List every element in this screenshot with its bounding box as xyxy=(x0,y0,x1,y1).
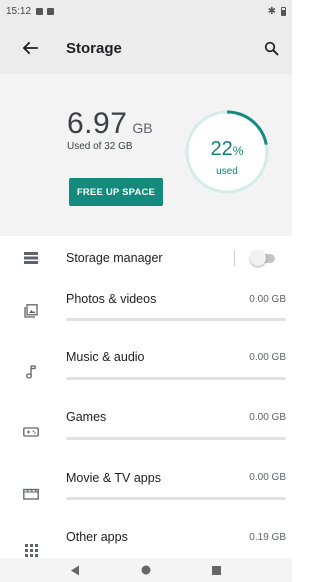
lock-notification-icon xyxy=(47,7,55,15)
search-icon xyxy=(264,41,278,55)
category-label: Other apps xyxy=(66,530,128,544)
category-size: 0.00 GB xyxy=(249,294,286,305)
category-usage-bar xyxy=(66,318,286,321)
storage-manager-label: Storage manager xyxy=(66,251,163,265)
bluetooth-icon: ✱ xyxy=(267,5,276,17)
used-of-total: Used of 32 GB xyxy=(67,141,133,152)
category-row-movies[interactable]: Movie & TV apps 0.00 GB xyxy=(0,460,292,520)
free-up-space-button[interactable]: FREE UP SPACE xyxy=(69,178,163,206)
app-bar: Storage xyxy=(0,22,292,74)
nav-recents-icon xyxy=(212,565,222,575)
category-row-music[interactable]: Music & audio 0.00 GB xyxy=(0,340,292,400)
category-label: Movie & TV apps xyxy=(66,471,161,485)
category-label: Music & audio xyxy=(66,350,145,364)
nav-home-button[interactable] xyxy=(134,558,158,582)
nav-back-button[interactable] xyxy=(63,558,87,582)
page-title: Storage xyxy=(66,39,122,57)
category-size: 0.19 GB xyxy=(249,532,286,543)
search-button[interactable] xyxy=(256,28,286,68)
category-size: 0.00 GB xyxy=(249,412,286,423)
category-label: Photos & videos xyxy=(66,292,157,306)
storage-manager-toggle[interactable] xyxy=(250,249,276,267)
percent-number: 22 xyxy=(210,138,233,160)
percent-used: 22% xyxy=(183,138,271,161)
percent-caption: used xyxy=(216,166,238,177)
status-right: ✱ xyxy=(268,6,286,17)
category-usage-bar xyxy=(66,497,286,500)
photos-icon xyxy=(21,301,41,321)
nav-back-icon xyxy=(71,565,80,575)
nav-recents-button[interactable] xyxy=(205,558,229,582)
notification-icon xyxy=(36,7,44,15)
toggle-divider xyxy=(234,250,235,266)
storage-manager-row[interactable]: Storage manager xyxy=(0,236,292,282)
back-button[interactable] xyxy=(10,28,50,68)
category-usage-bar xyxy=(66,377,286,380)
category-row-other-apps[interactable]: Other apps 0.19 GB xyxy=(0,520,292,558)
movie-icon xyxy=(21,483,41,503)
music-note-icon xyxy=(21,362,41,382)
battery-icon xyxy=(281,6,286,16)
gamepad-icon xyxy=(21,422,41,442)
category-row-games[interactable]: Games 0.00 GB xyxy=(0,400,292,460)
category-size: 0.00 GB xyxy=(249,352,286,363)
system-nav-bar xyxy=(0,558,292,582)
nav-home-icon xyxy=(141,565,151,575)
apps-grid-icon xyxy=(21,540,41,560)
notification-icons xyxy=(36,7,55,15)
status-time: 15:12 xyxy=(6,5,32,17)
usage-ring: 22% used xyxy=(183,108,271,196)
percent-sign: % xyxy=(232,144,244,158)
storage-summary: 6.97 GB Used of 32 GB FREE UP SPACE 22% … xyxy=(0,74,292,236)
toggle-thumb xyxy=(250,250,266,266)
category-label: Games xyxy=(66,410,107,424)
used-value: 6.97 xyxy=(67,107,128,140)
status-bar: 15:12 ✱ xyxy=(0,0,292,22)
category-size: 0.00 GB xyxy=(249,472,286,483)
category-usage-bar xyxy=(66,437,286,440)
category-row-photos[interactable]: Photos & videos 0.00 GB xyxy=(0,282,292,340)
arrow-back-icon xyxy=(22,41,38,55)
used-amount: 6.97 GB xyxy=(67,107,153,141)
used-unit: GB xyxy=(132,120,153,136)
storage-manager-icon xyxy=(21,248,41,268)
